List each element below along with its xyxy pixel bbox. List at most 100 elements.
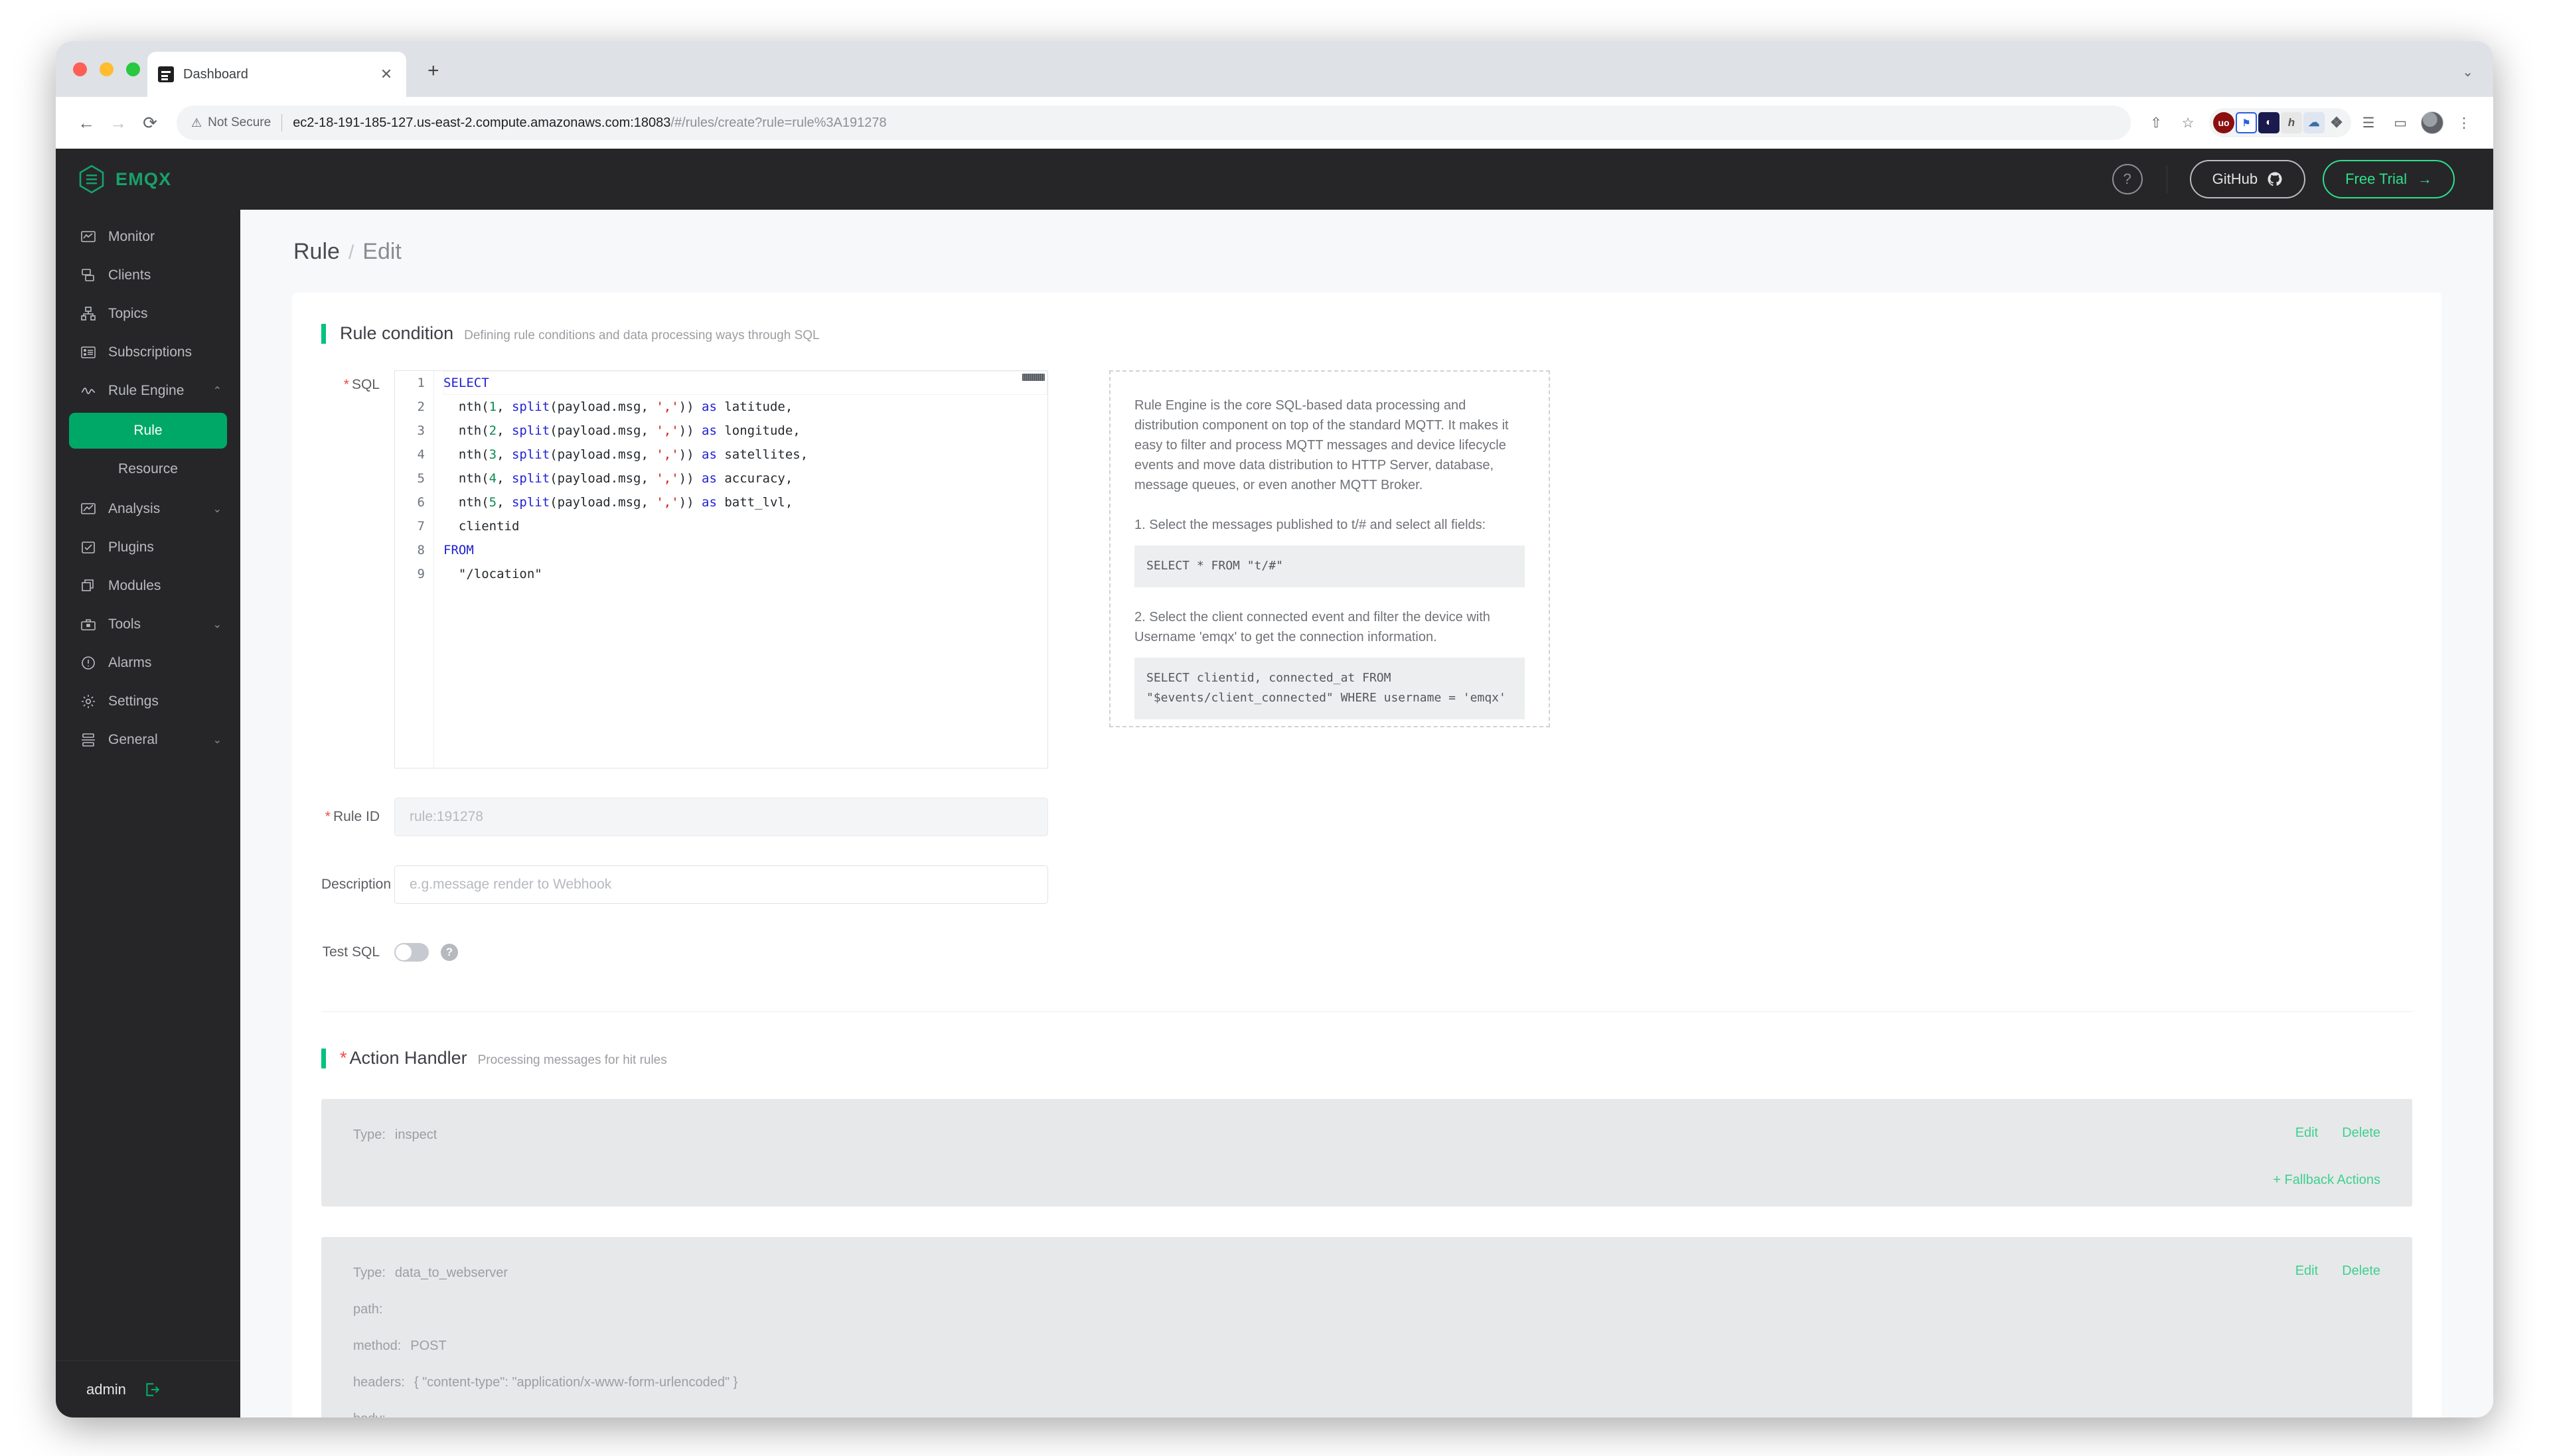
reload-button[interactable]: ⟳ <box>134 107 166 139</box>
sql-editor-code[interactable]: SELECT nth(1, split(payload.msg, ',')) a… <box>433 371 1047 768</box>
close-window-button[interactable] <box>73 62 87 76</box>
share-icon[interactable]: ⇧ <box>2141 108 2171 137</box>
sidebar-item-topics[interactable]: Topics <box>56 295 240 333</box>
required-mark: * <box>343 377 349 392</box>
maximize-window-button[interactable] <box>126 62 140 76</box>
chevron-down-icon[interactable]: ⌄ <box>2462 64 2473 80</box>
test-sql-row: Test SQL ? <box>292 933 2441 972</box>
chevron-up-icon[interactable]: ⌃ <box>213 384 222 398</box>
brand-name: EMQX <box>116 169 172 189</box>
help-circle-icon[interactable]: ? <box>2112 164 2143 194</box>
page-content: Rule / Edit Rule condition Defining rule… <box>240 210 2493 1418</box>
address-bar[interactable]: ⚠ Not Secure ec2-18-191-185-127.us-east-… <box>177 106 2131 140</box>
action-line-value: { "content-type": "application/x-www-for… <box>414 1375 738 1390</box>
reading-list-icon[interactable]: ☰ <box>2354 108 2383 137</box>
required-mark: * <box>325 809 331 824</box>
sidebar-item-clients[interactable]: Clients <box>56 256 240 295</box>
sidebar-item-rule[interactable]: Rule <box>69 413 227 449</box>
add-fallback-actions-link[interactable]: + Fallback Actions <box>2273 1173 2380 1188</box>
topbar: ? GitHub Free Trial → <box>240 149 2493 210</box>
delete-action-link[interactable]: Delete <box>2342 1126 2380 1141</box>
rule-condition-header: Rule condition Defining rule conditions … <box>321 323 2441 344</box>
breadcrumb-root[interactable]: Rule <box>293 239 340 265</box>
editor-resize-handle[interactable] <box>1022 374 1045 381</box>
clients-icon <box>80 267 97 284</box>
chevron-down-icon[interactable]: ⌄ <box>213 618 222 631</box>
browser-tab[interactable]: Dashboard ✕ <box>147 52 406 97</box>
action-line-key: method: <box>353 1339 402 1353</box>
tip-step-1: 1. Select the messages published to t/# … <box>1134 518 1486 532</box>
sidebar-item-analysis[interactable]: Analysis ⌄ <box>56 490 240 528</box>
chevron-down-icon[interactable]: ⌄ <box>213 733 222 747</box>
sidebar-item-modules[interactable]: Modules <box>56 567 240 605</box>
sql-code-line: nth(3, split(payload.msg, ',')) as satel… <box>443 447 809 462</box>
emqx-logo-icon <box>79 165 104 194</box>
bookmark-star-icon[interactable]: ☆ <box>2173 108 2202 137</box>
action-line-key: Type: <box>353 1128 386 1142</box>
side-panel-icon[interactable]: ▭ <box>2386 108 2415 137</box>
action-handler-title-text: Action Handler <box>349 1048 467 1068</box>
ublock-origin-icon[interactable]: uo <box>2213 112 2234 133</box>
cloud-extension-icon[interactable]: ☁ <box>2303 112 2325 133</box>
description-input[interactable]: e.g.message render to Webhook <box>394 865 1048 904</box>
sidebar-item-subscriptions[interactable]: Subscriptions <box>56 333 240 372</box>
tip-code-2: SELECT clientid, connected_at FROM "$eve… <box>1134 657 1525 719</box>
action-card-line: headers: { "content-type": "application/x… <box>353 1373 2380 1392</box>
test-sql-toggle[interactable] <box>394 943 429 962</box>
browser-window: Dashboard ✕ + ⌄ ← → ⟳ ⚠ Not Secure ec2-1… <box>56 41 2493 1418</box>
honey-extension-icon[interactable]: h <box>2281 112 2302 133</box>
action-handler-header: * Action Handler Processing messages for … <box>321 1048 2441 1068</box>
line-number: 2 <box>417 400 425 414</box>
breadcrumb: Rule / Edit <box>240 210 2493 265</box>
forward-button[interactable]: → <box>102 107 134 139</box>
sidebar-item-alarms[interactable]: Alarms <box>56 644 240 682</box>
new-tab-button[interactable]: + <box>427 61 439 81</box>
extensions-pill: uo ⚑ ◐ h ☁ ❖ <box>2209 108 2351 137</box>
rule-condition-title: Rule condition <box>340 323 454 343</box>
sql-label-text: SQL <box>351 377 380 392</box>
globe-extension-icon[interactable]: ◐ <box>2258 112 2279 133</box>
sql-code-line: SELECT <box>443 371 1047 395</box>
action-card: Type: inspect Edit Delete + Fallback Acti… <box>321 1099 2412 1206</box>
sidebar-item-tools[interactable]: Tools ⌄ <box>56 605 240 644</box>
brand[interactable]: EMQX <box>56 149 240 210</box>
edit-action-link[interactable]: Edit <box>2295 1126 2318 1141</box>
tip-code-2-line-1: SELECT clientid, connected_at FROM <box>1146 670 1391 685</box>
chevron-down-icon[interactable]: ⌄ <box>213 502 222 516</box>
sidebar-item-rule-engine[interactable]: Rule Engine ⌃ <box>56 372 240 410</box>
sidebar-item-general[interactable]: General ⌄ <box>56 721 240 759</box>
puzzle-extensions-icon[interactable]: ❖ <box>2326 112 2347 133</box>
sidebar-item-plugins[interactable]: Plugins <box>56 528 240 567</box>
action-card-line: path: <box>353 1300 2380 1319</box>
privacy-badger-icon[interactable]: ⚑ <box>2236 112 2257 133</box>
edit-action-link[interactable]: Edit <box>2295 1264 2318 1279</box>
sidebar-item-monitor[interactable]: Monitor <box>56 218 240 256</box>
profile-avatar-icon[interactable] <box>2418 108 2447 137</box>
logout-icon[interactable] <box>143 1381 161 1398</box>
action-card-actions: Edit Delete <box>2295 1264 2380 1279</box>
action-card-line: body:id=${clientid}&lat=${latitude}&lon=… <box>353 1410 2380 1418</box>
browser-menu-icon[interactable]: ⋮ <box>2449 108 2479 137</box>
test-sql-label: Test SQL <box>322 944 380 960</box>
free-trial-button[interactable]: Free Trial → <box>2323 160 2455 198</box>
minimize-window-button[interactable] <box>100 62 114 76</box>
sidebar-item-settings[interactable]: Settings <box>56 682 240 721</box>
rule-id-row: * Rule ID rule:191278 <box>292 798 2441 836</box>
url-path: /#/rules/create?rule=rule%3A191278 <box>670 115 887 130</box>
action-line-key: body: <box>353 1412 386 1418</box>
sidebar-item-label: Plugins <box>108 540 154 555</box>
delete-action-link[interactable]: Delete <box>2342 1264 2380 1279</box>
current-user-label: admin <box>86 1380 126 1398</box>
sidebar-item-resource[interactable]: Resource <box>69 451 227 487</box>
back-button[interactable]: ← <box>70 107 102 139</box>
monitor-icon <box>80 228 97 246</box>
close-tab-icon[interactable]: ✕ <box>377 67 396 82</box>
sql-field-label: * SQL <box>321 370 394 768</box>
rule-id-input[interactable]: rule:191278 <box>394 798 1048 836</box>
test-sql-help-icon[interactable]: ? <box>441 944 458 961</box>
github-button[interactable]: GitHub <box>2189 160 2306 198</box>
sql-editor[interactable]: 1 2 3 4 5 6 7 8 9 SELECT nth(1, split(pa… <box>394 370 1048 768</box>
window-traffic-lights <box>73 62 140 76</box>
rule-edit-card: Rule condition Defining rule conditions … <box>292 293 2441 1418</box>
action-line-value: POST <box>410 1339 447 1353</box>
